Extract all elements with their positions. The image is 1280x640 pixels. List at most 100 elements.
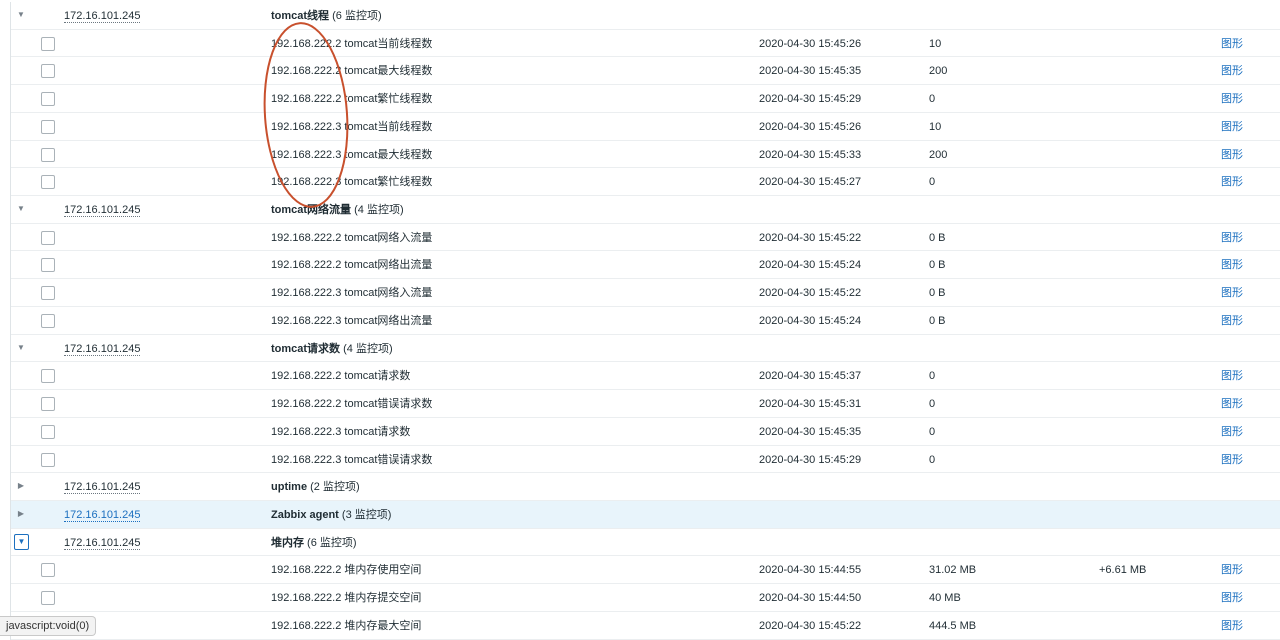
item-row: 192.168.222.2 tomcat当前线程数 2020-04-30 15:4… <box>11 30 1280 58</box>
graph-link[interactable]: 图形 <box>1221 121 1243 133</box>
item-select-checkbox[interactable] <box>41 230 55 245</box>
item-last-value: 10 <box>929 120 942 133</box>
graph-link[interactable]: 图形 <box>1221 65 1243 77</box>
item-select-checkbox[interactable] <box>41 119 55 134</box>
triangle-right-icon[interactable]: ▶ <box>15 508 27 520</box>
host-link[interactable]: 172.16.101.245 <box>64 537 141 550</box>
item-select-checkbox[interactable] <box>41 591 55 606</box>
graph-link[interactable]: 图形 <box>1221 398 1243 410</box>
item-select-checkbox[interactable] <box>41 92 55 107</box>
item-last-value: 31.02 MB <box>929 564 977 577</box>
item-last-value: 0 <box>929 176 936 189</box>
host-link[interactable]: 172.16.101.245 <box>64 10 141 23</box>
item-row: 192.168.222.2 tomcat最大线程数 2020-04-30 15:4… <box>11 57 1280 86</box>
item-name: 192.168.222.3 tomcat请求数 <box>271 425 411 438</box>
triangle-down-icon[interactable]: ▼ <box>15 203 27 215</box>
item-last-check: 2020-04-30 15:45:22 <box>759 287 862 300</box>
item-name: 192.168.222.3 tomcat错误请求数 <box>271 453 433 466</box>
item-select-checkbox[interactable] <box>41 36 55 51</box>
item-select-checkbox[interactable] <box>41 369 55 384</box>
item-name: 192.168.222.3 tomcat网络入流量 <box>271 287 433 300</box>
item-select-checkbox[interactable] <box>41 452 55 467</box>
item-name: 192.168.222.3 tomcat繁忙线程数 <box>271 176 433 189</box>
host-link[interactable]: 172.16.101.245 <box>64 204 141 218</box>
graph-link[interactable]: 图形 <box>1221 564 1243 576</box>
item-name: 192.168.222.2 堆内存提交空间 <box>271 592 422 605</box>
item-last-value: 0 <box>929 370 936 383</box>
graph-link[interactable]: 图形 <box>1221 38 1243 50</box>
host-link[interactable]: 172.16.101.245 <box>64 481 141 495</box>
host-link[interactable]: 172.16.101.245 <box>64 509 141 522</box>
item-last-value: 0 <box>929 425 936 438</box>
graph-link[interactable]: 图形 <box>1221 620 1243 632</box>
item-name: 192.168.222.2 tomcat当前线程数 <box>271 37 433 50</box>
graph-link[interactable]: 图形 <box>1221 176 1243 188</box>
application-group-row: ▼ 172.16.101.245 堆内存 (6 监控项) <box>11 529 1280 557</box>
item-last-check: 2020-04-30 15:44:50 <box>759 592 862 605</box>
item-last-value: 0 <box>929 93 936 106</box>
item-select-checkbox[interactable] <box>41 286 55 301</box>
item-last-value: 200 <box>929 65 948 78</box>
item-row: 192.168.222.2 堆内存最大空间 2020-04-30 15:45:22… <box>11 612 1280 640</box>
host-link[interactable]: 172.16.101.245 <box>64 343 141 356</box>
item-last-value: 0 B <box>929 287 946 300</box>
graph-link[interactable]: 图形 <box>1221 454 1243 466</box>
item-name: 192.168.222.3 tomcat最大线程数 <box>271 148 433 161</box>
triangle-down-icon[interactable]: ▼ <box>15 342 27 354</box>
item-select-checkbox[interactable] <box>41 175 55 190</box>
item-row: 192.168.222.2 堆内存提交空间 2020-04-30 15:44:50… <box>11 584 1280 612</box>
graph-link[interactable]: 图形 <box>1221 315 1243 327</box>
item-select-checkbox[interactable] <box>41 258 55 273</box>
item-name: 192.168.222.2 tomcat网络入流量 <box>271 231 433 244</box>
graph-link[interactable]: 图形 <box>1221 592 1243 604</box>
browser-status-bar: javascript:void(0) <box>0 616 97 636</box>
graph-link[interactable]: 图形 <box>1221 370 1243 382</box>
application-group-row: ▶ 172.16.101.245 uptime (2 监控项) <box>11 473 1280 501</box>
item-row: 192.168.222.2 tomcat错误请求数 2020-04-30 15:4… <box>11 390 1280 418</box>
application-name: uptime <box>271 481 308 494</box>
item-select-checkbox[interactable] <box>41 147 55 162</box>
item-name: 192.168.222.3 tomcat当前线程数 <box>271 120 433 133</box>
item-row: 192.168.222.3 tomcat网络出流量 2020-04-30 15:4… <box>11 307 1280 335</box>
triangle-down-icon[interactable]: ▼ <box>15 9 27 21</box>
latest-data-page: ▼ 172.16.101.245 tomcat线程 (6 监控项) 192.168.2… <box>0 0 1280 640</box>
item-row: 192.168.222.2 tomcat网络入流量 2020-04-30 15:4… <box>11 224 1280 252</box>
item-select-checkbox[interactable] <box>41 313 55 328</box>
application-name: Zabbix agent <box>271 508 339 521</box>
item-name: 192.168.222.2 tomcat最大线程数 <box>271 65 433 78</box>
triangle-right-icon[interactable]: ▶ <box>15 480 27 492</box>
item-last-check: 2020-04-30 15:45:26 <box>759 120 862 133</box>
item-row: 192.168.222.3 tomcat繁忙线程数 2020-04-30 15:4… <box>11 168 1280 197</box>
application-item-count: (4 监控项) <box>351 204 404 217</box>
item-select-checkbox[interactable] <box>41 64 55 79</box>
item-row: 192.168.222.2 tomcat请求数 2020-04-30 15:45:… <box>11 362 1280 391</box>
item-row: 192.168.222.3 tomcat最大线程数 2020-04-30 15:4… <box>11 141 1280 169</box>
graph-link[interactable]: 图形 <box>1221 232 1243 244</box>
application-item-count: (6 监控项) <box>329 10 382 22</box>
item-last-check: 2020-04-30 15:45:22 <box>759 619 862 632</box>
application-label: tomcat网络流量 (4 监控项) <box>271 204 404 216</box>
item-select-checkbox[interactable] <box>41 397 55 412</box>
item-row: 192.168.222.3 tomcat错误请求数 2020-04-30 15:4… <box>11 446 1280 474</box>
item-row: 192.168.222.3 tomcat当前线程数 2020-04-30 15:4… <box>11 113 1280 141</box>
graph-link[interactable]: 图形 <box>1221 149 1243 161</box>
item-select-checkbox[interactable] <box>41 424 55 439</box>
item-last-check: 2020-04-30 15:45:27 <box>759 176 862 189</box>
item-last-check: 2020-04-30 15:45:29 <box>759 93 862 106</box>
item-last-check: 2020-04-30 15:44:55 <box>759 564 862 577</box>
latest-data-table: ▼ 172.16.101.245 tomcat线程 (6 监控项) 192.168.2… <box>10 2 1280 640</box>
graph-link[interactable]: 图形 <box>1221 426 1243 438</box>
item-select-checkbox[interactable] <box>41 563 55 578</box>
application-item-count: (2 监控项) <box>307 481 360 494</box>
graph-link[interactable]: 图形 <box>1221 259 1243 271</box>
item-last-value: 0 <box>929 398 936 411</box>
application-group-row: ▶ 172.16.101.245 Zabbix agent (3 监控项) <box>11 500 1280 529</box>
graph-link[interactable]: 图形 <box>1221 287 1243 299</box>
graph-link[interactable]: 图形 <box>1221 93 1243 105</box>
item-last-check: 2020-04-30 15:45:29 <box>759 453 862 466</box>
item-row: 192.168.222.3 tomcat网络入流量 2020-04-30 15:4… <box>11 279 1280 307</box>
application-name: tomcat请求数 <box>271 342 341 355</box>
application-item-count: (6 监控项) <box>304 536 357 549</box>
triangle-down-icon[interactable]: ▼ <box>14 533 29 550</box>
application-name: tomcat网络流量 <box>271 204 352 217</box>
